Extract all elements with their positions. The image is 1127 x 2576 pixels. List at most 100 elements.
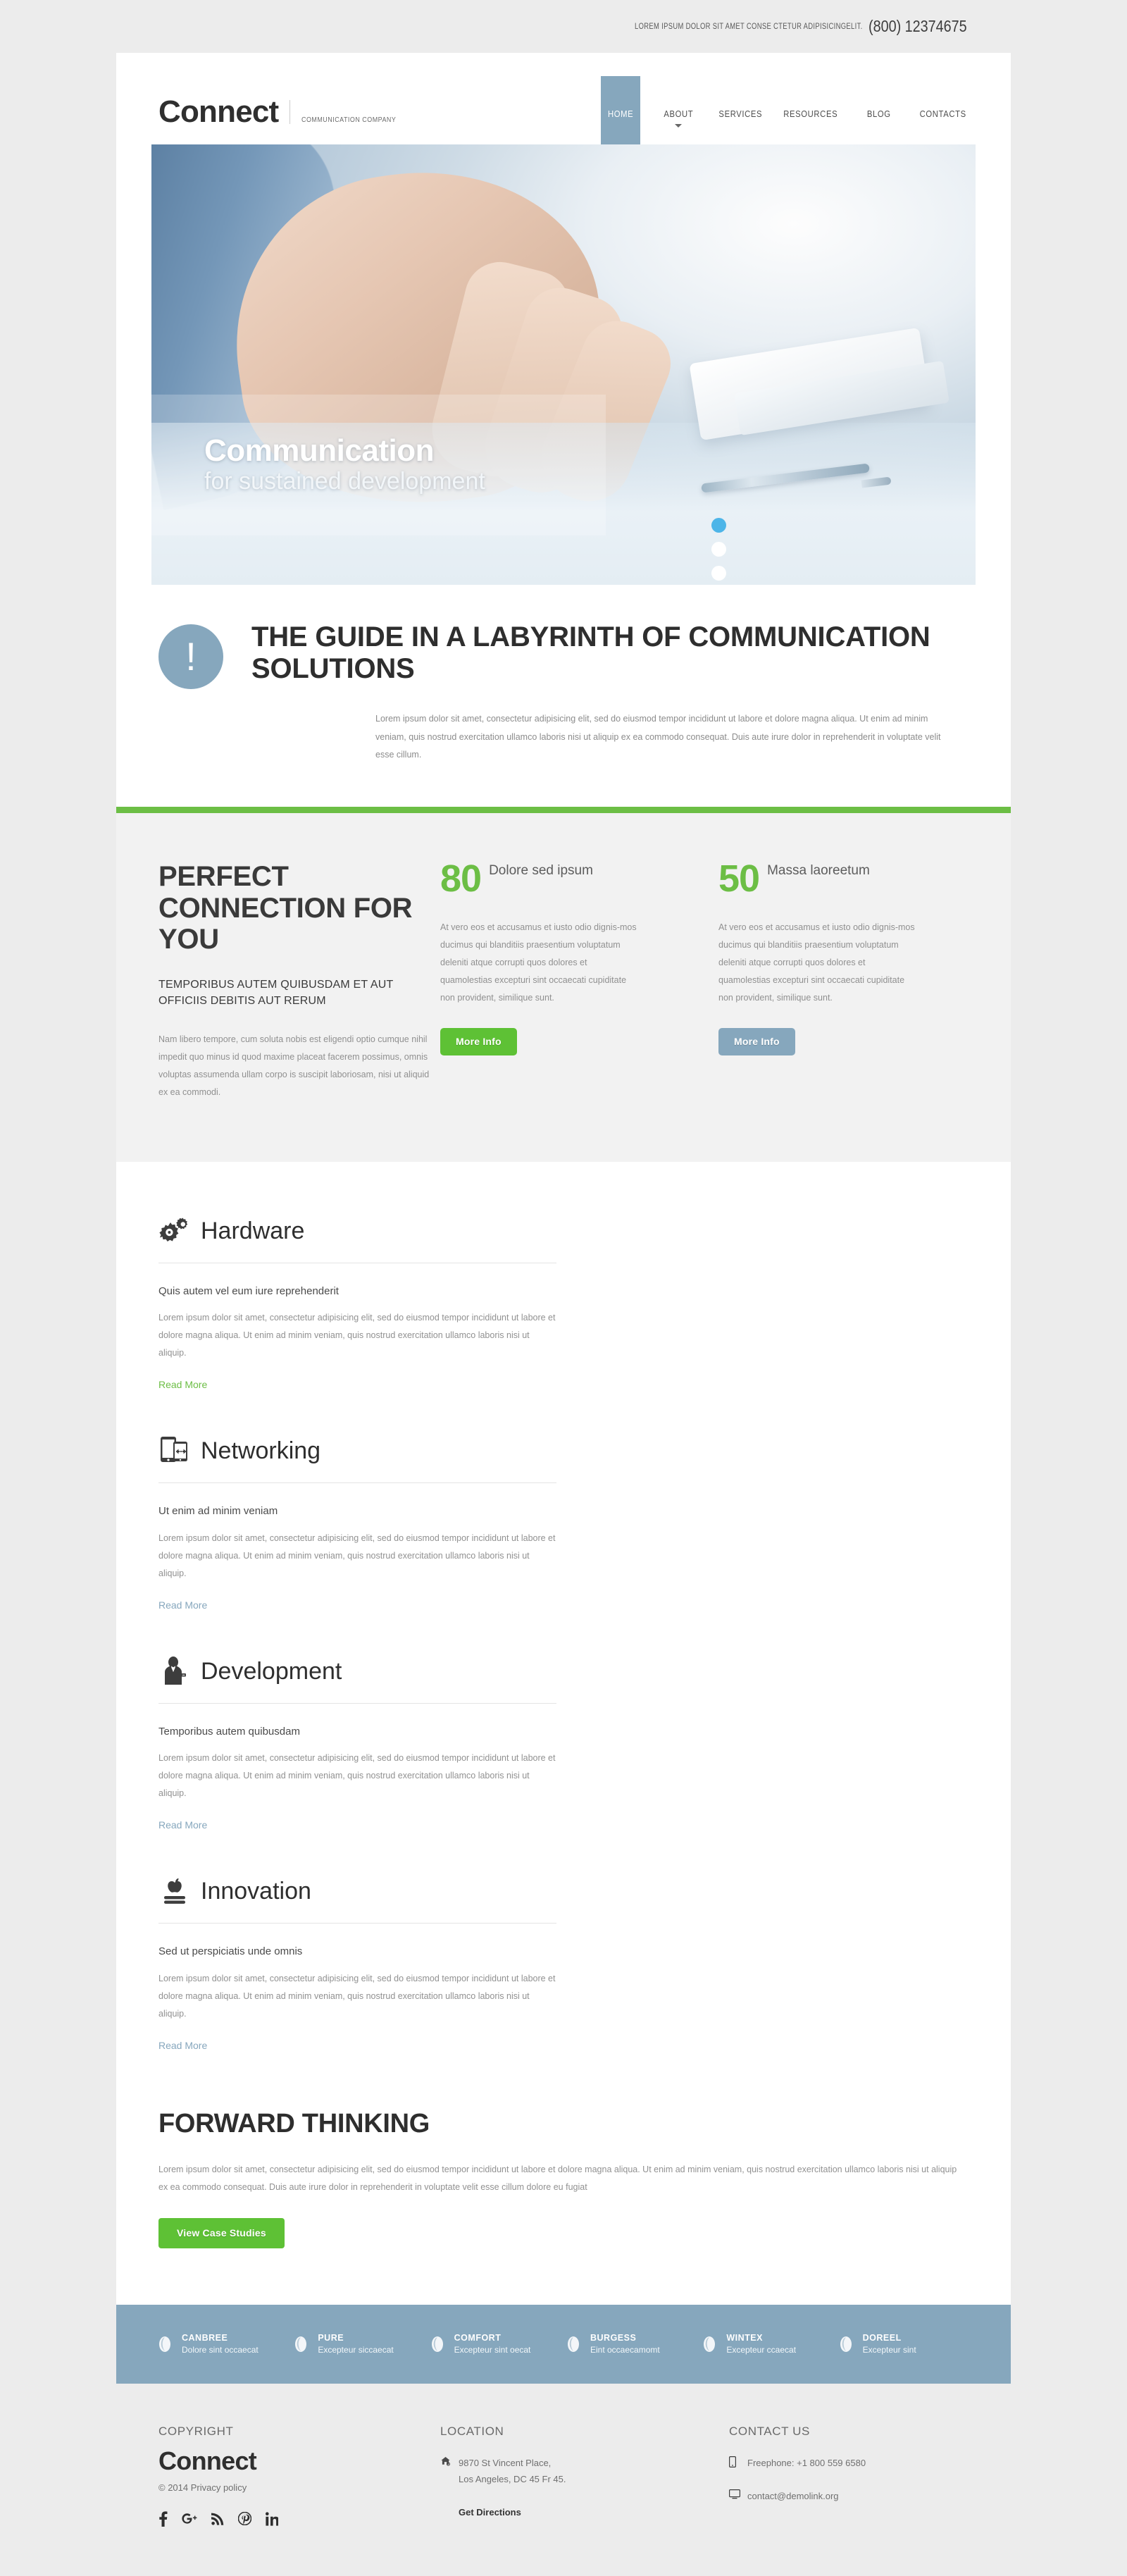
hero-title: Communication bbox=[204, 433, 434, 468]
site-header: Connect COMMUNICATION COMPANY HOME ABOUT S… bbox=[116, 53, 1011, 144]
partner-description: Excepteur siccaecat bbox=[318, 2344, 394, 2355]
perfect-connection-text: PERFECT CONNECTION FOR YOU TEMPORIBUS AU… bbox=[158, 861, 440, 1101]
nav-item-home[interactable]: HOME bbox=[601, 76, 641, 144]
nav-item-resources[interactable]: RESOURCES bbox=[780, 76, 840, 144]
view-case-studies-button[interactable]: View Case Studies bbox=[158, 2217, 285, 2248]
partner-name: BURGESS bbox=[590, 2332, 637, 2343]
service-read-more-link[interactable]: Read More bbox=[158, 1599, 207, 1611]
service-text: Lorem ipsum dolor sit amet, consectetur … bbox=[158, 1532, 556, 1578]
businessman-icon bbox=[158, 1656, 191, 1686]
service-card-hardware: Hardware Quis autem vel eum iure reprehen… bbox=[158, 1211, 556, 1392]
get-directions-link[interactable]: Get Directions bbox=[459, 2507, 521, 2518]
service-card-innovation: Innovation Sed ut perspiciatis unde omnis… bbox=[158, 1871, 556, 2052]
nav-item-label: HOME bbox=[608, 109, 634, 119]
service-text: Lorem ipsum dolor sit amet, consectetur … bbox=[158, 1753, 556, 1799]
forward-thinking-text: Lorem ipsum dolor sit amet, consectetur … bbox=[158, 2164, 957, 2193]
footer-privacy-policy[interactable]: © 2014 Privacy policy bbox=[158, 2482, 440, 2493]
footer-email[interactable]: contact@demolink.org bbox=[747, 2489, 839, 2505]
partner-pure[interactable]: PURE Excepteur siccaecat bbox=[291, 2333, 427, 2355]
nav-item-about[interactable]: ABOUT bbox=[656, 76, 701, 144]
hero-dot-1[interactable] bbox=[711, 518, 726, 533]
partner-logo-icon bbox=[564, 2335, 583, 2353]
site-shell: Connect COMMUNICATION COMPANY HOME ABOUT S… bbox=[116, 53, 1011, 807]
partner-logo-icon bbox=[155, 2335, 175, 2353]
top-bar: LOREM IPSUM DOLOR SIT AMET CONSE CTETUR … bbox=[0, 0, 1127, 53]
footer-copyright-heading: COPYRIGHT bbox=[158, 2424, 234, 2438]
footer-copyright-column: COPYRIGHT Connect © 2014 Privacy policy bbox=[158, 2425, 440, 2527]
hero-subtitle: for sustained development bbox=[204, 467, 485, 495]
hero-dot-3[interactable] bbox=[711, 566, 726, 581]
linkedin-icon[interactable] bbox=[266, 2512, 278, 2526]
partner-name: CANBREE bbox=[182, 2332, 228, 2343]
service-read-more-link[interactable]: Read More bbox=[158, 1379, 207, 1390]
forward-thinking-section: FORWARD THINKING Lorem ipsum dolor sit a… bbox=[116, 2092, 1011, 2305]
nav-item-label: RESOURCES bbox=[783, 109, 838, 119]
partner-wintex[interactable]: WINTEX Excepteur ccaecat bbox=[699, 2333, 835, 2355]
stat-body: At vero eos et accusamus et iusto odio d… bbox=[440, 922, 637, 1003]
logo-text: Connect bbox=[158, 94, 279, 129]
stat-body: At vero eos et accusamus et iusto odio d… bbox=[718, 922, 915, 1003]
nav-item-blog[interactable]: BLOG bbox=[857, 76, 902, 144]
site-shell-lower: Hardware Quis autem vel eum iure reprehen… bbox=[116, 1161, 1011, 2305]
chevron-down-icon bbox=[675, 124, 683, 128]
nav-item-label: SERVICES bbox=[718, 109, 763, 119]
stat-number: 50 bbox=[718, 857, 760, 900]
gears-icon bbox=[158, 1216, 191, 1246]
rss-icon[interactable] bbox=[211, 2513, 224, 2525]
top-bar-phone[interactable]: (800) 12374675 bbox=[868, 17, 967, 36]
perfect-connection-section: PERFECT CONNECTION FOR YOU TEMPORIBUS AU… bbox=[116, 812, 1011, 1162]
footer-contact-heading: CONTACT US bbox=[729, 2424, 810, 2438]
service-title: Hardware bbox=[201, 1217, 305, 1244]
partner-description: Eint occaecamomt bbox=[590, 2344, 660, 2355]
service-read-more-link[interactable]: Read More bbox=[158, 2040, 207, 2051]
service-text: Lorem ipsum dolor sit amet, consectetur … bbox=[158, 1313, 556, 1358]
hero-dot-2[interactable] bbox=[711, 542, 726, 557]
more-info-button[interactable]: More Info bbox=[440, 1027, 517, 1055]
stat-card-0: 80 Dolore sed ipsum At vero eos et accus… bbox=[440, 860, 704, 1101]
hero-slider: Communication for sustained development bbox=[151, 144, 976, 585]
partner-name: DOREEL bbox=[862, 2332, 902, 2343]
address-line-2: Los Angeles, DC 45 Fr 45. bbox=[459, 2473, 566, 2484]
footer-address: 9870 St Vincent Place, Los Angeles, DC 4… bbox=[459, 2456, 566, 2488]
service-subtitle: Ut enim ad minim veniam bbox=[158, 1505, 278, 1518]
google-plus-icon[interactable] bbox=[182, 2512, 197, 2526]
partner-burgess[interactable]: BURGESS Eint occaecamomt bbox=[564, 2333, 699, 2355]
partner-doreel[interactable]: DOREEL Excepteur sint bbox=[836, 2333, 972, 2355]
social-links bbox=[158, 2511, 440, 2527]
pinterest-icon[interactable] bbox=[238, 2512, 251, 2526]
nav-item-contacts[interactable]: CONTACTS bbox=[917, 76, 969, 144]
service-title: Innovation bbox=[201, 1878, 311, 1905]
partner-name: WINTEX bbox=[726, 2332, 763, 2343]
nav-item-label: BLOG bbox=[866, 109, 891, 119]
footer-phone[interactable]: Freephone: +1 800 559 6580 bbox=[747, 2456, 866, 2472]
service-subtitle: Quis autem vel eum iure reprehenderit bbox=[158, 1284, 339, 1297]
service-read-more-link[interactable]: Read More bbox=[158, 1819, 207, 1831]
more-info-button[interactable]: More Info bbox=[718, 1027, 795, 1055]
perfect-connection-heading: PERFECT CONNECTION FOR YOU bbox=[158, 860, 413, 955]
partners-strip: CANBREE Dolore sint occaecat PURE Excepteur… bbox=[116, 2304, 1011, 2384]
nav-item-label: CONTACTS bbox=[919, 109, 966, 119]
top-bar-tagline: LOREM IPSUM DOLOR SIT AMET CONSE CTETUR … bbox=[635, 22, 863, 31]
service-subtitle: Sed ut perspiciatis unde omnis bbox=[158, 1945, 303, 1958]
guide-section: ! THE GUIDE IN A LABYRINTH OF COMMUNICAT… bbox=[116, 585, 1011, 807]
logo-divider bbox=[289, 100, 291, 124]
address-line-1: 9870 St Vincent Place, bbox=[459, 2457, 552, 2468]
service-divider bbox=[158, 1702, 556, 1704]
services-grid: Hardware Quis autem vel eum iure reprehen… bbox=[116, 1162, 1011, 2092]
facebook-icon[interactable] bbox=[158, 2511, 168, 2527]
guide-text: Lorem ipsum dolor sit amet, consectetur … bbox=[375, 714, 941, 760]
service-divider bbox=[158, 1482, 556, 1484]
partner-logo-icon bbox=[291, 2335, 311, 2353]
partner-name: COMFORT bbox=[454, 2332, 502, 2343]
logo[interactable]: Connect COMMUNICATION COMPANY bbox=[158, 97, 413, 144]
service-title: Networking bbox=[201, 1437, 321, 1465]
hero-caption: Communication for sustained development bbox=[151, 395, 606, 535]
partner-comfort[interactable]: COMFORT Excepteur sint oecat bbox=[428, 2333, 564, 2355]
service-card-networking: Networking Ut enim ad minim veniam Lorem i… bbox=[158, 1431, 556, 1612]
page-root: LOREM IPSUM DOLOR SIT AMET CONSE CTETUR … bbox=[0, 0, 1127, 2576]
nav-item-services[interactable]: SERVICES bbox=[716, 76, 765, 144]
partner-description: Excepteur sint oecat bbox=[454, 2344, 531, 2355]
partner-canbree[interactable]: CANBREE Dolore sint occaecat bbox=[155, 2333, 291, 2355]
perfect-connection-subheading: TEMPORIBUS AUTEM QUIBUSDAM ET AUT OFFICI… bbox=[158, 979, 394, 1008]
service-subtitle: Temporibus autem quibusdam bbox=[158, 1725, 300, 1738]
